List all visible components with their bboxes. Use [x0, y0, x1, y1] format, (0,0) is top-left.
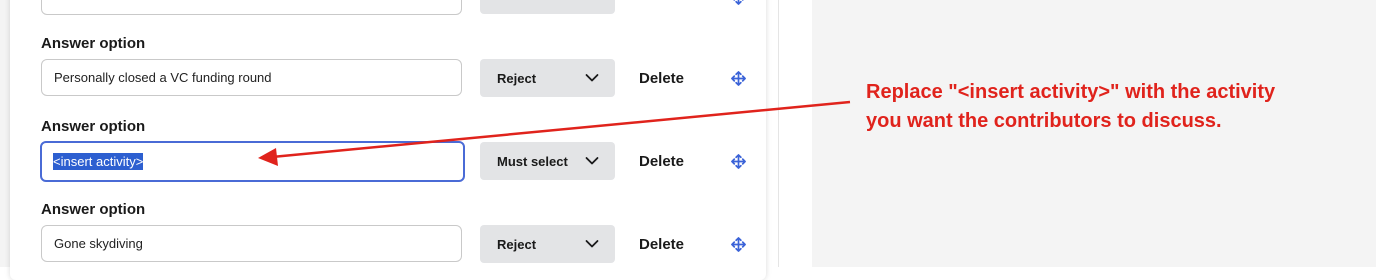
answer-option-input-focused[interactable]: <insert activity>: [40, 141, 465, 182]
rule-dropdown-previous[interactable]: [480, 0, 615, 14]
answer-option-label: Answer option: [41, 201, 146, 218]
answer-option-value: Gone skydiving: [54, 236, 143, 251]
rule-dropdown-value: Must select: [497, 153, 568, 169]
chevron-down-icon: [585, 240, 599, 248]
chevron-down-icon: [585, 74, 599, 82]
delete-button[interactable]: Delete: [639, 70, 684, 87]
answer-option-input[interactable]: Personally closed a VC funding round: [41, 59, 462, 96]
background-left: [0, 0, 10, 267]
annotation-line-1: Replace "<insert activity>" with the act…: [866, 81, 1276, 103]
rule-dropdown-value: Reject: [497, 236, 537, 252]
move-icon[interactable]: [731, 237, 746, 252]
move-icon[interactable]: [731, 154, 746, 169]
move-icon[interactable]: [731, 0, 746, 5]
answer-option-value: Personally closed a VC funding round: [54, 70, 272, 85]
annotation-callout: Replace "<insert activity>" with the act…: [866, 78, 1346, 136]
answer-option-input[interactable]: Gone skydiving: [41, 225, 462, 262]
answer-option-label: Answer option: [41, 35, 146, 52]
rule-dropdown-value: Reject: [497, 70, 537, 86]
rule-dropdown[interactable]: Reject: [480, 225, 615, 263]
panel-divider: [778, 0, 779, 267]
chevron-down-icon: [585, 157, 599, 165]
answer-option-input-previous[interactable]: [41, 0, 462, 15]
answer-option-label: Answer option: [41, 118, 146, 135]
annotation-line-2: you want the contributors to discuss.: [866, 110, 1222, 132]
delete-button[interactable]: Delete: [639, 236, 684, 253]
rule-dropdown[interactable]: Must select: [480, 142, 615, 180]
rule-dropdown[interactable]: Reject: [480, 59, 615, 97]
move-icon[interactable]: [731, 71, 746, 86]
delete-button[interactable]: Delete: [639, 153, 684, 170]
answer-option-value-selected: <insert activity>: [53, 153, 144, 170]
